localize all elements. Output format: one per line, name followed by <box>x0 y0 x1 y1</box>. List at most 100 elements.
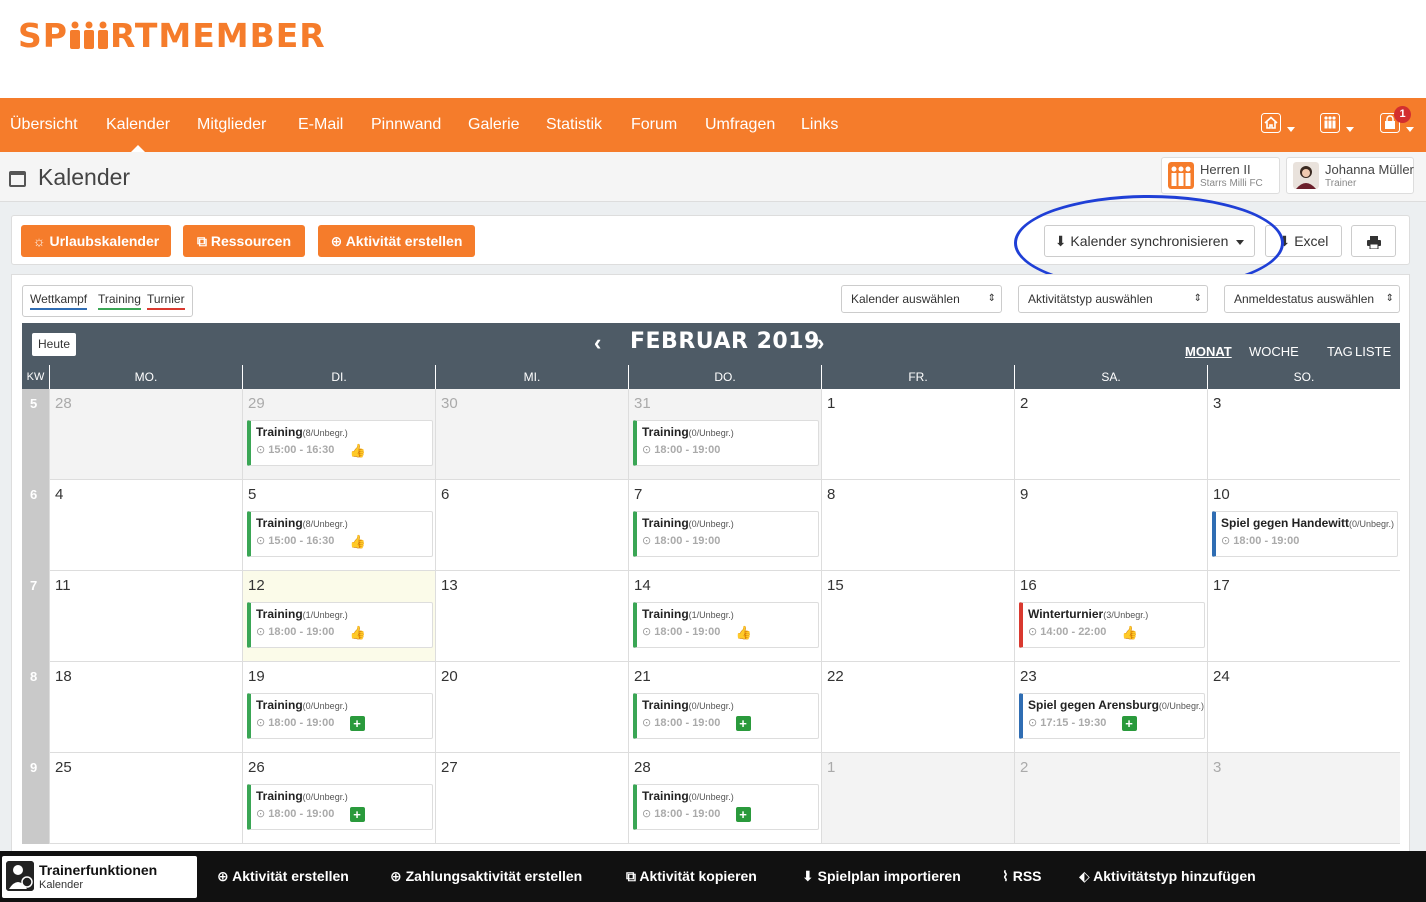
day-cell[interactable]: 14 Training(1/Unbegr.) ⊙ 18:00 - 19:00 👍 <box>628 571 821 662</box>
day-cell[interactable]: 28 <box>49 389 242 480</box>
day-cell[interactable]: 10 Spiel gegen Handewitt(0/Unbegr.) ⊙ 18:0… <box>1207 480 1400 571</box>
day-cell[interactable]: 19 Training(0/Unbegr.) ⊙ 18:00 - 19:00 + <box>242 662 435 753</box>
thumbs-up-icon[interactable]: 👍 <box>350 625 366 640</box>
day-cell[interactable]: 1 <box>821 753 1014 844</box>
view-list[interactable]: LISTE <box>1355 344 1391 359</box>
day-cell[interactable]: 16 Winterturnier(3/Unbegr.) ⊙ 14:00 - 22:0… <box>1014 571 1207 662</box>
thumbs-up-icon[interactable]: 👍 <box>736 625 752 640</box>
thumbs-up-icon[interactable]: 👍 <box>350 443 366 458</box>
day-cell[interactable]: 12 Training(1/Unbegr.) ⊙ 18:00 - 19:00 👍 <box>242 571 435 662</box>
day-number[interactable]: 9 <box>1020 486 1028 503</box>
nav-item-forum[interactable]: Forum <box>631 98 677 152</box>
day-number[interactable]: 12 <box>248 577 265 594</box>
day-number[interactable]: 17 <box>1213 577 1230 594</box>
nav-item-statistik[interactable]: Statistik <box>546 98 602 152</box>
day-cell[interactable]: 13 <box>435 571 628 662</box>
footer-rss[interactable]: ⌇ RSS <box>1002 868 1042 885</box>
team-menu[interactable] <box>1320 113 1354 135</box>
day-number[interactable]: 1 <box>827 759 835 776</box>
day-cell[interactable]: 5 Training(8/Unbegr.) ⊙ 15:00 - 16:30 👍 <box>242 480 435 571</box>
day-cell[interactable]: 23 Spiel gegen Arensburg(0/Unbegr.) ⊙ 17:1… <box>1014 662 1207 753</box>
nav-item-email[interactable]: E-Mail <box>298 98 343 152</box>
event-competition[interactable]: Spiel gegen Handewitt(0/Unbegr.) ⊙ 18:00 … <box>1212 511 1398 557</box>
day-cell[interactable]: 3 <box>1207 753 1400 844</box>
day-number[interactable]: 11 <box>55 577 71 594</box>
day-number[interactable]: 30 <box>441 395 458 412</box>
day-cell[interactable]: 7 Training(0/Unbegr.) ⊙ 18:00 - 19:00 <box>628 480 821 571</box>
day-number[interactable]: 28 <box>634 759 651 776</box>
day-cell[interactable]: 17 <box>1207 571 1400 662</box>
day-cell[interactable]: 3 <box>1207 389 1400 480</box>
event-training[interactable]: Training(0/Unbegr.) ⊙ 18:00 - 19:00 + <box>247 693 433 739</box>
day-cell[interactable]: 15 <box>821 571 1014 662</box>
thumbs-up-icon[interactable]: 👍 <box>350 534 366 549</box>
day-number[interactable]: 10 <box>1213 486 1230 503</box>
sportmember-logo[interactable]: SP RTMEMBER <box>18 16 326 57</box>
registration-status-select[interactable]: Anmeldestatus auswählen <box>1224 285 1400 313</box>
day-number[interactable]: 6 <box>441 486 449 503</box>
create-activity-button[interactable]: ⊕ Aktivität erstellen <box>318 225 475 257</box>
activity-type-select[interactable]: Aktivitätstyp auswählen <box>1018 285 1208 313</box>
day-cell[interactable]: 8 <box>821 480 1014 571</box>
footer-create-activity[interactable]: ⊕ Aktivität erstellen <box>217 868 349 885</box>
day-cell[interactable]: 18 <box>49 662 242 753</box>
trainer-functions-menu[interactable]: Trainerfunktionen Kalender <box>2 856 197 898</box>
team-switcher[interactable]: Herren II Starrs Milli FC <box>1161 157 1280 194</box>
day-cell[interactable]: 24 <box>1207 662 1400 753</box>
event-training[interactable]: Training(0/Unbegr.) ⊙ 18:00 - 19:00 + <box>633 693 819 739</box>
day-number[interactable]: 28 <box>55 395 72 412</box>
day-number[interactable]: 5 <box>248 486 256 503</box>
footer-import-schedule[interactable]: ⬇ Spielplan importieren <box>802 868 961 885</box>
event-tournament[interactable]: Winterturnier(3/Unbegr.) ⊙ 14:00 - 22:00 👍 <box>1019 602 1205 648</box>
day-number[interactable]: 14 <box>634 577 651 594</box>
day-cell[interactable]: 27 <box>435 753 628 844</box>
footer-copy-activity[interactable]: ⧉ Aktivität kopieren <box>626 868 757 885</box>
day-number[interactable]: 8 <box>827 486 835 503</box>
day-cell[interactable]: 31 Training(0/Unbegr.) ⊙ 18:00 - 19:00 <box>628 389 821 480</box>
user-switcher[interactable]: Johanna Müller Trainer <box>1286 157 1414 194</box>
view-day[interactable]: TAG <box>1327 344 1353 359</box>
event-training[interactable]: Training(0/Unbegr.) ⊙ 18:00 - 19:00 + <box>247 784 433 830</box>
day-number[interactable]: 22 <box>827 668 844 685</box>
day-cell[interactable]: 29 Training(8/Unbegr.) ⊙ 15:00 - 16:30 👍 <box>242 389 435 480</box>
register-plus-icon[interactable]: + <box>349 716 365 731</box>
event-training[interactable]: Training(0/Unbegr.) ⊙ 18:00 - 19:00 <box>633 511 819 557</box>
day-number[interactable]: 31 <box>634 395 651 412</box>
today-button[interactable]: Heute <box>32 333 77 356</box>
nav-item-umfragen[interactable]: Umfragen <box>705 98 775 152</box>
print-button[interactable] <box>1351 225 1396 257</box>
day-cell[interactable]: 9 <box>1014 480 1207 571</box>
day-cell[interactable]: 21 Training(0/Unbegr.) ⊙ 18:00 - 19:00 + <box>628 662 821 753</box>
nav-item-mitglieder[interactable]: Mitglieder <box>197 98 266 152</box>
day-number[interactable]: 25 <box>55 759 72 776</box>
event-training[interactable]: Training(8/Unbegr.) ⊙ 15:00 - 16:30 👍 <box>247 511 433 557</box>
vacation-calendar-button[interactable]: ☼ Urlaubskalender <box>21 225 171 257</box>
day-cell[interactable]: 22 <box>821 662 1014 753</box>
day-number[interactable]: 15 <box>827 577 844 594</box>
day-number[interactable]: 2 <box>1020 395 1028 412</box>
resources-button[interactable]: ⧉ Ressourcen <box>183 225 305 257</box>
event-training[interactable]: Training(1/Unbegr.) ⊙ 18:00 - 19:00 👍 <box>247 602 433 648</box>
register-plus-icon[interactable]: + <box>1121 716 1137 731</box>
footer-create-payment-activity[interactable]: ⊕ Zahlungsaktivität erstellen <box>390 868 582 885</box>
event-training[interactable]: Training(0/Unbegr.) ⊙ 18:00 - 19:00 + <box>633 784 819 830</box>
thumbs-up-icon[interactable]: 👍 <box>1122 625 1138 640</box>
day-number[interactable]: 16 <box>1020 577 1037 594</box>
day-cell[interactable]: 1 <box>821 389 1014 480</box>
day-number[interactable]: 18 <box>55 668 72 685</box>
day-number[interactable]: 23 <box>1020 668 1037 685</box>
register-plus-icon[interactable]: + <box>735 807 751 822</box>
next-month-icon[interactable]: › <box>817 330 824 356</box>
day-number[interactable]: 4 <box>55 486 63 503</box>
home-menu[interactable] <box>1261 113 1295 135</box>
day-number[interactable]: 7 <box>634 486 642 503</box>
day-cell[interactable]: 25 <box>49 753 242 844</box>
excel-export-button[interactable]: ⬇ Excel <box>1265 225 1342 257</box>
view-month[interactable]: MONAT <box>1185 344 1232 359</box>
day-cell[interactable]: 6 <box>435 480 628 571</box>
day-number[interactable]: 1 <box>827 395 835 412</box>
day-number[interactable]: 2 <box>1020 759 1028 776</box>
sync-calendar-button[interactable]: ⬇ Kalender synchronisieren <box>1044 225 1255 257</box>
day-cell[interactable]: 2 <box>1014 389 1207 480</box>
day-cell[interactable]: 26 Training(0/Unbegr.) ⊙ 18:00 - 19:00 + <box>242 753 435 844</box>
